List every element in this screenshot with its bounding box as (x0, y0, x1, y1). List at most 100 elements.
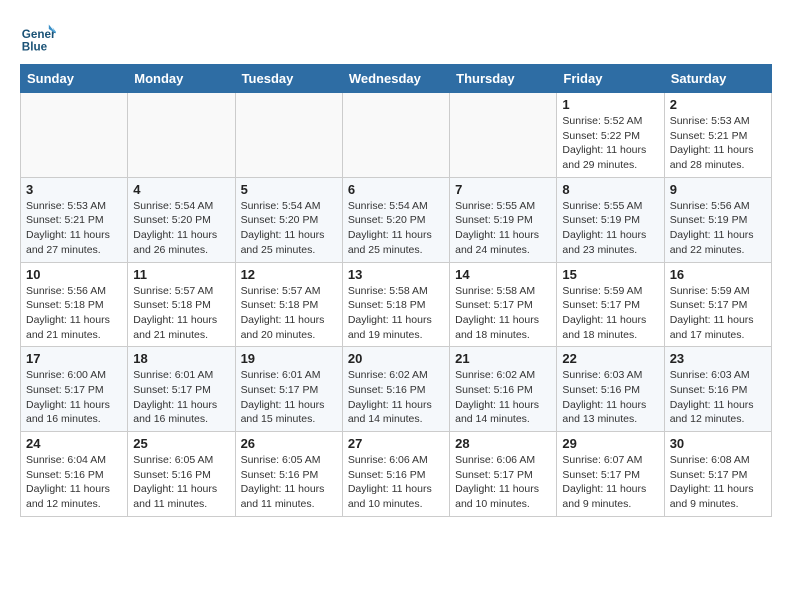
day-number: 14 (455, 267, 551, 282)
calendar-cell: 25 Sunrise: 6:05 AMSunset: 5:16 PMDaylig… (128, 432, 235, 517)
calendar-cell: 6 Sunrise: 5:54 AMSunset: 5:20 PMDayligh… (342, 177, 449, 262)
weekday-header-row: SundayMondayTuesdayWednesdayThursdayFrid… (21, 65, 772, 93)
calendar-week-1: 1 Sunrise: 5:52 AMSunset: 5:22 PMDayligh… (21, 93, 772, 178)
day-number: 26 (241, 436, 337, 451)
day-number: 13 (348, 267, 444, 282)
calendar-cell: 30 Sunrise: 6:08 AMSunset: 5:17 PMDaylig… (664, 432, 771, 517)
calendar-cell: 27 Sunrise: 6:06 AMSunset: 5:16 PMDaylig… (342, 432, 449, 517)
day-number: 17 (26, 351, 122, 366)
day-number: 8 (562, 182, 658, 197)
day-info: Sunrise: 5:54 AMSunset: 5:20 PMDaylight:… (348, 199, 444, 258)
day-number: 27 (348, 436, 444, 451)
calendar-cell: 20 Sunrise: 6:02 AMSunset: 5:16 PMDaylig… (342, 347, 449, 432)
day-info: Sunrise: 5:56 AMSunset: 5:18 PMDaylight:… (26, 284, 122, 343)
calendar-cell: 29 Sunrise: 6:07 AMSunset: 5:17 PMDaylig… (557, 432, 664, 517)
day-info: Sunrise: 6:08 AMSunset: 5:17 PMDaylight:… (670, 453, 766, 512)
day-number: 5 (241, 182, 337, 197)
calendar-cell: 26 Sunrise: 6:05 AMSunset: 5:16 PMDaylig… (235, 432, 342, 517)
weekday-header-tuesday: Tuesday (235, 65, 342, 93)
weekday-header-monday: Monday (128, 65, 235, 93)
day-number: 3 (26, 182, 122, 197)
svg-text:Blue: Blue (22, 41, 48, 54)
calendar-cell (235, 93, 342, 178)
day-info: Sunrise: 6:05 AMSunset: 5:16 PMDaylight:… (241, 453, 337, 512)
calendar-cell: 5 Sunrise: 5:54 AMSunset: 5:20 PMDayligh… (235, 177, 342, 262)
weekday-header-thursday: Thursday (450, 65, 557, 93)
day-info: Sunrise: 6:01 AMSunset: 5:17 PMDaylight:… (241, 368, 337, 427)
day-number: 2 (670, 97, 766, 112)
day-info: Sunrise: 6:02 AMSunset: 5:16 PMDaylight:… (455, 368, 551, 427)
day-info: Sunrise: 6:05 AMSunset: 5:16 PMDaylight:… (133, 453, 229, 512)
day-info: Sunrise: 6:00 AMSunset: 5:17 PMDaylight:… (26, 368, 122, 427)
day-number: 18 (133, 351, 229, 366)
calendar-cell: 12 Sunrise: 5:57 AMSunset: 5:18 PMDaylig… (235, 262, 342, 347)
day-number: 1 (562, 97, 658, 112)
day-number: 20 (348, 351, 444, 366)
day-number: 12 (241, 267, 337, 282)
day-info: Sunrise: 5:54 AMSunset: 5:20 PMDaylight:… (133, 199, 229, 258)
day-info: Sunrise: 6:01 AMSunset: 5:17 PMDaylight:… (133, 368, 229, 427)
day-info: Sunrise: 6:02 AMSunset: 5:16 PMDaylight:… (348, 368, 444, 427)
calendar-cell: 15 Sunrise: 5:59 AMSunset: 5:17 PMDaylig… (557, 262, 664, 347)
calendar-cell: 8 Sunrise: 5:55 AMSunset: 5:19 PMDayligh… (557, 177, 664, 262)
day-info: Sunrise: 5:58 AMSunset: 5:17 PMDaylight:… (455, 284, 551, 343)
calendar-cell: 11 Sunrise: 5:57 AMSunset: 5:18 PMDaylig… (128, 262, 235, 347)
day-number: 28 (455, 436, 551, 451)
weekday-header-saturday: Saturday (664, 65, 771, 93)
day-info: Sunrise: 6:06 AMSunset: 5:16 PMDaylight:… (348, 453, 444, 512)
calendar-week-3: 10 Sunrise: 5:56 AMSunset: 5:18 PMDaylig… (21, 262, 772, 347)
weekday-header-sunday: Sunday (21, 65, 128, 93)
calendar-cell (450, 93, 557, 178)
calendar-cell: 28 Sunrise: 6:06 AMSunset: 5:17 PMDaylig… (450, 432, 557, 517)
day-info: Sunrise: 5:53 AMSunset: 5:21 PMDaylight:… (670, 114, 766, 173)
day-number: 11 (133, 267, 229, 282)
day-info: Sunrise: 5:57 AMSunset: 5:18 PMDaylight:… (241, 284, 337, 343)
calendar-week-5: 24 Sunrise: 6:04 AMSunset: 5:16 PMDaylig… (21, 432, 772, 517)
header: General Blue (20, 20, 772, 56)
calendar-cell: 24 Sunrise: 6:04 AMSunset: 5:16 PMDaylig… (21, 432, 128, 517)
day-number: 10 (26, 267, 122, 282)
day-info: Sunrise: 5:52 AMSunset: 5:22 PMDaylight:… (562, 114, 658, 173)
day-info: Sunrise: 6:07 AMSunset: 5:17 PMDaylight:… (562, 453, 658, 512)
calendar-cell: 21 Sunrise: 6:02 AMSunset: 5:16 PMDaylig… (450, 347, 557, 432)
weekday-header-wednesday: Wednesday (342, 65, 449, 93)
day-info: Sunrise: 5:54 AMSunset: 5:20 PMDaylight:… (241, 199, 337, 258)
day-info: Sunrise: 5:53 AMSunset: 5:21 PMDaylight:… (26, 199, 122, 258)
calendar-cell: 19 Sunrise: 6:01 AMSunset: 5:17 PMDaylig… (235, 347, 342, 432)
day-info: Sunrise: 6:04 AMSunset: 5:16 PMDaylight:… (26, 453, 122, 512)
calendar-week-4: 17 Sunrise: 6:00 AMSunset: 5:17 PMDaylig… (21, 347, 772, 432)
calendar-cell: 14 Sunrise: 5:58 AMSunset: 5:17 PMDaylig… (450, 262, 557, 347)
logo: General Blue (20, 20, 64, 56)
calendar-cell: 16 Sunrise: 5:59 AMSunset: 5:17 PMDaylig… (664, 262, 771, 347)
calendar-cell: 3 Sunrise: 5:53 AMSunset: 5:21 PMDayligh… (21, 177, 128, 262)
day-info: Sunrise: 6:06 AMSunset: 5:17 PMDaylight:… (455, 453, 551, 512)
day-number: 6 (348, 182, 444, 197)
day-number: 4 (133, 182, 229, 197)
calendar-cell: 2 Sunrise: 5:53 AMSunset: 5:21 PMDayligh… (664, 93, 771, 178)
calendar-cell: 22 Sunrise: 6:03 AMSunset: 5:16 PMDaylig… (557, 347, 664, 432)
calendar-cell (128, 93, 235, 178)
day-info: Sunrise: 6:03 AMSunset: 5:16 PMDaylight:… (562, 368, 658, 427)
calendar-cell: 23 Sunrise: 6:03 AMSunset: 5:16 PMDaylig… (664, 347, 771, 432)
day-number: 24 (26, 436, 122, 451)
day-number: 22 (562, 351, 658, 366)
logo-icon: General Blue (20, 20, 56, 56)
day-info: Sunrise: 5:57 AMSunset: 5:18 PMDaylight:… (133, 284, 229, 343)
day-number: 29 (562, 436, 658, 451)
day-info: Sunrise: 5:56 AMSunset: 5:19 PMDaylight:… (670, 199, 766, 258)
day-number: 16 (670, 267, 766, 282)
calendar-week-2: 3 Sunrise: 5:53 AMSunset: 5:21 PMDayligh… (21, 177, 772, 262)
day-info: Sunrise: 5:55 AMSunset: 5:19 PMDaylight:… (562, 199, 658, 258)
day-number: 19 (241, 351, 337, 366)
calendar-cell (342, 93, 449, 178)
day-info: Sunrise: 5:59 AMSunset: 5:17 PMDaylight:… (670, 284, 766, 343)
calendar-cell: 9 Sunrise: 5:56 AMSunset: 5:19 PMDayligh… (664, 177, 771, 262)
day-number: 9 (670, 182, 766, 197)
calendar-cell: 13 Sunrise: 5:58 AMSunset: 5:18 PMDaylig… (342, 262, 449, 347)
calendar-cell: 17 Sunrise: 6:00 AMSunset: 5:17 PMDaylig… (21, 347, 128, 432)
day-number: 23 (670, 351, 766, 366)
calendar-cell: 1 Sunrise: 5:52 AMSunset: 5:22 PMDayligh… (557, 93, 664, 178)
day-number: 25 (133, 436, 229, 451)
day-info: Sunrise: 5:59 AMSunset: 5:17 PMDaylight:… (562, 284, 658, 343)
calendar-cell: 7 Sunrise: 5:55 AMSunset: 5:19 PMDayligh… (450, 177, 557, 262)
